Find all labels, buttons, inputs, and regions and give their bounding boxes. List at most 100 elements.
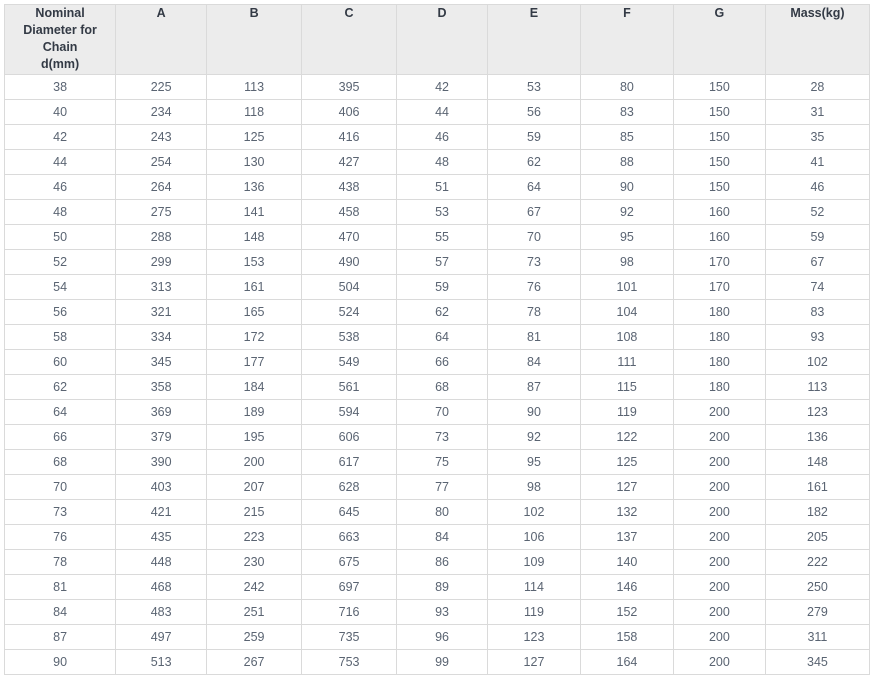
cell-d: 53 [396,199,488,225]
cell-f: 115 [580,374,674,400]
cell-g: 200 [673,549,766,575]
cell-mass: 67 [765,249,871,275]
table-row: 81 468 242 697 89 114 146 200 250 [4,574,871,600]
cell-c: 617 [301,449,398,475]
cell-c: 606 [301,424,398,450]
cell-nominal-diameter: 42 [4,124,117,150]
cell-e: 73 [487,249,581,275]
cell-f: 88 [580,149,674,175]
cell-d: 84 [396,524,488,550]
cell-b: 223 [206,524,303,550]
cell-a: 225 [115,74,208,100]
cell-c: 697 [301,574,398,600]
cell-f: 80 [580,74,674,100]
cell-a: 497 [115,624,208,650]
cell-mass: 123 [765,399,871,425]
cell-e: 127 [487,649,581,675]
cell-g: 180 [673,349,766,375]
cell-b: 118 [206,99,303,125]
cell-b: 141 [206,199,303,225]
cell-f: 101 [580,274,674,300]
cell-e: 70 [487,224,581,250]
column-header-c: C [301,4,398,75]
cell-a: 513 [115,649,208,675]
cell-c: 395 [301,74,398,100]
cell-f: 92 [580,199,674,225]
cell-d: 96 [396,624,488,650]
cell-nominal-diameter: 40 [4,99,117,125]
cell-b: 165 [206,299,303,325]
cell-d: 59 [396,274,488,300]
cell-e: 59 [487,124,581,150]
cell-e: 119 [487,599,581,625]
table-header: Nominal Diameter for Chain d(mm) A B C D… [4,4,871,75]
cell-nominal-diameter: 73 [4,499,117,525]
cell-a: 234 [115,99,208,125]
cell-mass: 161 [765,474,871,500]
chain-dimensions-table: Nominal Diameter for Chain d(mm) A B C D… [4,4,871,675]
cell-e: 78 [487,299,581,325]
cell-g: 200 [673,649,766,675]
cell-g: 200 [673,474,766,500]
cell-a: 379 [115,424,208,450]
column-header-f: F [580,4,674,75]
cell-f: 152 [580,599,674,625]
cell-e: 102 [487,499,581,525]
cell-f: 140 [580,549,674,575]
cell-e: 90 [487,399,581,425]
cell-mass: 102 [765,349,871,375]
cell-a: 421 [115,499,208,525]
cell-c: 490 [301,249,398,275]
cell-b: 215 [206,499,303,525]
column-header-e: E [487,4,581,75]
cell-f: 137 [580,524,674,550]
cell-nominal-diameter: 60 [4,349,117,375]
cell-d: 68 [396,374,488,400]
cell-nominal-diameter: 38 [4,74,117,100]
column-header-d: D [396,4,488,75]
cell-mass: 31 [765,99,871,125]
cell-f: 111 [580,349,674,375]
cell-e: 98 [487,474,581,500]
table-row: 54 313 161 504 59 76 101 170 74 [4,274,871,300]
cell-g: 200 [673,599,766,625]
cell-mass: 250 [765,574,871,600]
cell-mass: 59 [765,224,871,250]
cell-e: 109 [487,549,581,575]
cell-a: 448 [115,549,208,575]
cell-c: 458 [301,199,398,225]
cell-c: 594 [301,399,398,425]
cell-g: 200 [673,424,766,450]
cell-g: 150 [673,174,766,200]
header-line-2: Diameter for [23,23,97,37]
table-header-row: Nominal Diameter for Chain d(mm) A B C D… [4,4,871,75]
cell-f: 83 [580,99,674,125]
cell-mass: 52 [765,199,871,225]
cell-d: 93 [396,599,488,625]
spec-table-container: Nominal Diameter for Chain d(mm) A B C D… [0,0,874,679]
cell-f: 132 [580,499,674,525]
cell-nominal-diameter: 62 [4,374,117,400]
cell-a: 275 [115,199,208,225]
cell-nominal-diameter: 68 [4,449,117,475]
cell-mass: 222 [765,549,871,575]
cell-b: 177 [206,349,303,375]
cell-g: 170 [673,249,766,275]
column-header-g: G [673,4,766,75]
cell-mass: 345 [765,649,871,675]
cell-a: 288 [115,224,208,250]
cell-b: 161 [206,274,303,300]
cell-f: 104 [580,299,674,325]
cell-a: 358 [115,374,208,400]
cell-e: 62 [487,149,581,175]
cell-e: 81 [487,324,581,350]
cell-b: 242 [206,574,303,600]
cell-b: 136 [206,174,303,200]
cell-g: 160 [673,224,766,250]
cell-f: 158 [580,624,674,650]
cell-g: 160 [673,199,766,225]
cell-d: 44 [396,99,488,125]
cell-d: 66 [396,349,488,375]
cell-g: 200 [673,499,766,525]
cell-mass: 74 [765,274,871,300]
